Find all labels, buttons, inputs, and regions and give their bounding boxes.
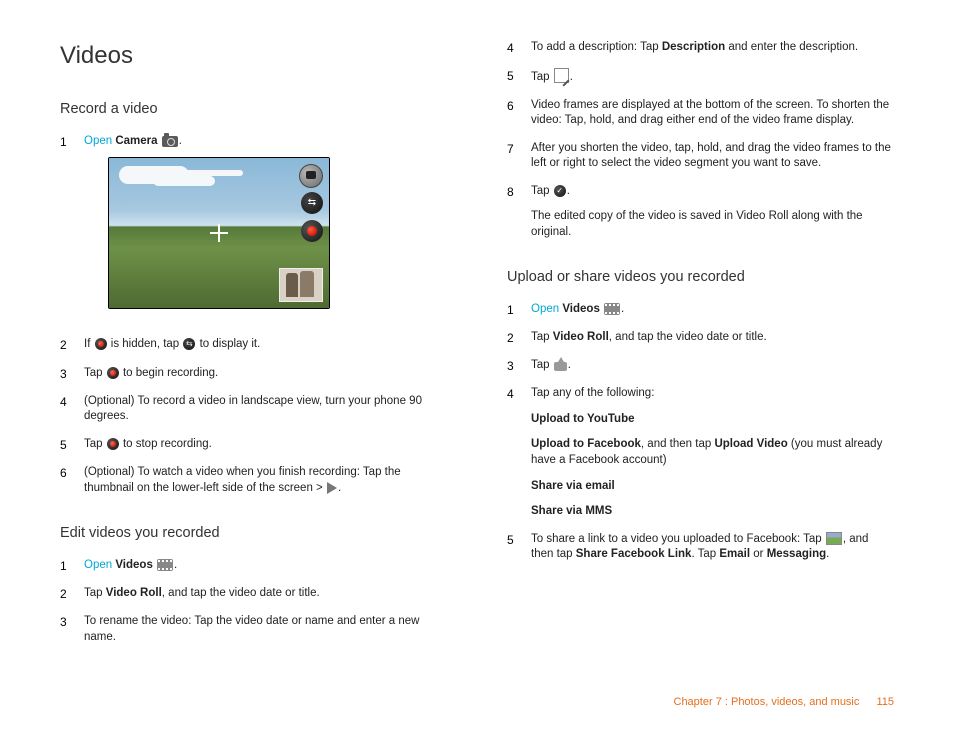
page-footer: Chapter 7 : Photos, videos, and music 11… bbox=[674, 695, 895, 710]
done-check-icon bbox=[554, 185, 566, 197]
option-mms: Share via MMS bbox=[531, 505, 612, 517]
right-column: 4 To add a description: Tap Description … bbox=[507, 40, 894, 657]
step-body: Open Camera . ⇆ bbox=[84, 134, 447, 326]
step-number: 6 bbox=[60, 465, 84, 496]
last-capture-thumb bbox=[279, 268, 323, 302]
step-body: After you shorten the video, tap, hold, … bbox=[531, 141, 894, 172]
share-icon bbox=[554, 362, 567, 371]
step-body: Open Videos . bbox=[84, 558, 447, 574]
option-youtube: Upload to YouTube bbox=[531, 413, 635, 425]
step-number: 6 bbox=[507, 98, 531, 129]
step-number: 3 bbox=[507, 358, 531, 374]
play-icon bbox=[327, 482, 337, 494]
page-title: Videos bbox=[60, 40, 447, 72]
page-number: 115 bbox=[876, 696, 894, 708]
steps-edit-cont: 4 To add a description: Tap Description … bbox=[507, 40, 894, 240]
step-body: Tap to stop recording. bbox=[84, 437, 447, 453]
step-number: 3 bbox=[60, 366, 84, 382]
step-number: 2 bbox=[60, 337, 84, 353]
step-number: 4 bbox=[60, 394, 84, 425]
videos-app-icon bbox=[157, 559, 173, 571]
step-body: Video frames are displayed at the bottom… bbox=[531, 98, 894, 129]
step-number: 7 bbox=[507, 141, 531, 172]
section-heading-record: Record a video bbox=[60, 100, 447, 120]
step-body: Tap . bbox=[531, 358, 894, 374]
step-number: 1 bbox=[60, 558, 84, 574]
step-body: Open Videos . bbox=[531, 302, 894, 318]
image-icon bbox=[826, 532, 842, 545]
step-body: Tap . bbox=[531, 68, 894, 86]
chapter-label: Chapter 7 : Photos, videos, and music bbox=[674, 696, 860, 708]
section-heading-upload: Upload or share videos you recorded bbox=[507, 268, 894, 288]
option-facebook: Upload to Facebook bbox=[531, 438, 641, 450]
camera-screenshot: ⇆ bbox=[108, 157, 330, 309]
step-number: 5 bbox=[507, 532, 531, 563]
step-number: 3 bbox=[60, 614, 84, 645]
record-icon bbox=[107, 367, 119, 379]
app-name: Camera bbox=[115, 135, 157, 147]
step-number: 2 bbox=[60, 586, 84, 602]
steps-edit: 1 Open Videos . 2 Tap Video Roll, and ta… bbox=[60, 558, 447, 645]
step-number: 5 bbox=[507, 68, 531, 86]
videos-app-icon bbox=[604, 303, 620, 315]
focus-reticle-icon bbox=[210, 224, 228, 242]
step-body: Tap to begin recording. bbox=[84, 366, 447, 382]
step-body: To rename the video: Tap the video date … bbox=[84, 614, 447, 645]
step-body: If is hidden, tap to display it. bbox=[84, 337, 447, 353]
step-number: 1 bbox=[60, 134, 84, 326]
manual-page: Videos Record a video 1 Open Camera . ⇆ bbox=[0, 0, 954, 738]
step-note: The edited copy of the video is saved in… bbox=[531, 209, 894, 240]
step-number: 4 bbox=[507, 40, 531, 56]
step-body: Tap any of the following: Upload to YouT… bbox=[531, 386, 894, 519]
option-email: Share via email bbox=[531, 480, 615, 492]
step-body: To add a description: Tap Description an… bbox=[531, 40, 894, 56]
step-number: 8 bbox=[507, 184, 531, 241]
step-body: Tap Video Roll, and tap the video date o… bbox=[531, 330, 894, 346]
camera-icon bbox=[162, 136, 178, 147]
step-number: 2 bbox=[507, 330, 531, 346]
step-body: To share a link to a video you uploaded … bbox=[531, 532, 894, 563]
steps-record: 1 Open Camera . ⇆ bbox=[60, 134, 447, 496]
left-column: Videos Record a video 1 Open Camera . ⇆ bbox=[60, 40, 447, 657]
step-number: 1 bbox=[507, 302, 531, 318]
section-heading-edit: Edit videos you recorded bbox=[60, 524, 447, 544]
app-name: Videos bbox=[115, 559, 153, 571]
open-link[interactable]: Open bbox=[531, 303, 559, 315]
step-body: (Optional) To watch a video when you fin… bbox=[84, 465, 447, 496]
step-number: 5 bbox=[60, 437, 84, 453]
swap-icon bbox=[183, 338, 195, 350]
step-body: (Optional) To record a video in landscap… bbox=[84, 394, 447, 425]
open-link[interactable]: Open bbox=[84, 559, 112, 571]
app-name: Videos bbox=[562, 303, 600, 315]
steps-upload: 1 Open Videos . 2 Tap Video Roll, and ta… bbox=[507, 302, 894, 563]
open-link[interactable]: Open bbox=[84, 135, 112, 147]
step-body: Tap . The edited copy of the video is sa… bbox=[531, 184, 894, 241]
step-body: Tap Video Roll, and tap the video date o… bbox=[84, 586, 447, 602]
record-icon bbox=[107, 438, 119, 450]
edit-icon bbox=[554, 68, 569, 83]
step-number: 4 bbox=[507, 386, 531, 519]
record-icon bbox=[95, 338, 107, 350]
